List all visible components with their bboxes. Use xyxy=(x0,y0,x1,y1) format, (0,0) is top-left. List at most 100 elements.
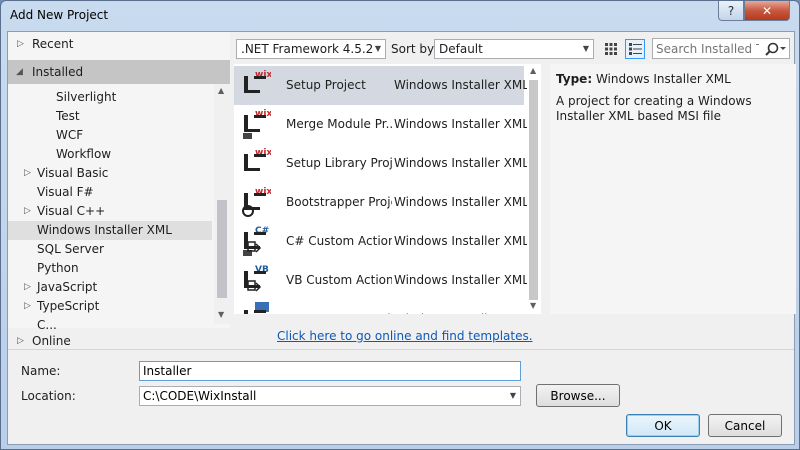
template-description: A project for creating a Windows Install… xyxy=(556,94,752,123)
name-input[interactable] xyxy=(140,362,520,380)
search-icon[interactable] xyxy=(765,42,787,56)
project-template-icon: VB xyxy=(241,263,271,295)
template-row[interactable]: VB VB Custom Action...Windows Installer X… xyxy=(234,261,529,300)
template-name: VB Custom Action... xyxy=(286,273,392,287)
tree-item[interactable]: Silverlight xyxy=(8,88,212,107)
template-name: C++ Custom Actio... xyxy=(286,312,392,314)
template-row[interactable]: wix Merge Module Pr... Windows Installer X… xyxy=(234,105,529,144)
template-name: Bootstrapper Proje... xyxy=(286,195,392,209)
tree-item-label: SQL Server xyxy=(37,242,104,256)
grid-view-icon xyxy=(605,43,617,55)
add-new-project-dialog: Add New Project ? ✕ ▷ Recent ◢ Installed… xyxy=(0,0,800,450)
template-row[interactable]: wix Bootstrapper Proje...Windows Installe… xyxy=(234,183,529,222)
template-language: Windows Installer XML xyxy=(394,234,529,248)
template-row[interactable]: wix Setup Project Windows Installer XML xyxy=(234,66,529,105)
search-input[interactable] xyxy=(653,39,759,58)
tree-item-label: Test xyxy=(56,109,80,123)
template-language: Windows Installer XML xyxy=(394,156,529,170)
location-input[interactable] xyxy=(140,387,500,405)
browse-button[interactable]: Browse... xyxy=(536,384,620,407)
chevron-down-icon[interactable]: ▼ xyxy=(510,391,516,400)
project-template-icon xyxy=(241,302,271,314)
type-value: Windows Installer XML xyxy=(595,72,731,86)
template-row[interactable]: C++ Custom Actio...Windows Installer XML xyxy=(234,300,529,314)
tree-item-label: Python xyxy=(37,261,79,275)
tree-item-label: TypeScript xyxy=(37,299,100,313)
template-language: Windows Installer XML xyxy=(394,78,529,92)
project-template-icon: wix xyxy=(241,68,272,100)
expand-arrow-icon[interactable]: ▷ xyxy=(17,32,24,56)
tree-item-label: WCF xyxy=(56,128,84,142)
collapse-arrow-icon[interactable]: ◢ xyxy=(16,60,23,84)
tree-item[interactable]: ▷ Visual Basic xyxy=(8,164,212,183)
scroll-down-icon[interactable]: ▼ xyxy=(218,310,224,319)
tree-item[interactable]: SQL Server xyxy=(8,240,212,259)
tree-scroll-thumb[interactable] xyxy=(217,200,227,298)
help-button[interactable]: ? xyxy=(718,1,744,21)
search-box[interactable] xyxy=(652,38,790,59)
project-template-icon: wix xyxy=(241,185,272,217)
scroll-down-icon[interactable]: ▼ xyxy=(530,301,536,310)
tree-scrollbar[interactable]: ▲ ▼ xyxy=(214,84,230,324)
chevron-down-icon: ▼ xyxy=(374,44,381,53)
expand-arrow-icon[interactable]: ▷ xyxy=(24,297,31,316)
name-field[interactable] xyxy=(139,361,521,381)
tree-item-label: Windows Installer XML xyxy=(37,223,172,237)
ok-button[interactable]: OK xyxy=(626,414,700,437)
tree-item[interactable]: WCF xyxy=(8,126,212,145)
tree-node-label: Recent xyxy=(32,37,74,51)
tree-item-label: Visual Basic xyxy=(37,166,109,180)
expand-arrow-icon[interactable]: ▷ xyxy=(24,278,31,297)
expand-arrow-icon[interactable]: ▷ xyxy=(24,202,31,221)
project-template-icon: C# xyxy=(241,224,271,256)
tree-item[interactable]: Python xyxy=(8,259,212,278)
template-row[interactable]: C# C# Custom Action...Windows Installer X… xyxy=(234,222,529,261)
tree-item-label: JavaScript xyxy=(37,280,98,294)
template-list: wix Setup Project Windows Installer XML wix… xyxy=(234,64,541,314)
tree-item-label: Workflow xyxy=(56,147,112,161)
tree-item[interactable]: ▷ JavaScript xyxy=(8,278,212,297)
scroll-up-icon[interactable]: ▲ xyxy=(530,66,536,75)
type-line: Type: Windows Installer XML xyxy=(556,72,731,86)
tree-item-label: Visual C++ xyxy=(37,204,106,218)
medium-icons-view-button[interactable] xyxy=(625,39,645,59)
tree-node-label: Installed xyxy=(32,65,84,79)
sort-by-label: Sort by: xyxy=(391,42,438,56)
online-templates-link[interactable]: Click here to go online and find templat… xyxy=(277,329,533,343)
close-button[interactable]: ✕ xyxy=(744,1,790,21)
tree-item[interactable]: Workflow xyxy=(8,145,212,164)
template-language: Windows Installer XML xyxy=(394,273,529,287)
tree-item[interactable]: Visual F# xyxy=(8,183,212,202)
window-title: Add New Project xyxy=(10,8,109,22)
type-label: Type: xyxy=(556,72,593,86)
small-icons-view-button[interactable] xyxy=(601,39,621,59)
project-template-icon: wix xyxy=(241,107,272,139)
divider xyxy=(8,349,794,350)
template-name: C# Custom Action... xyxy=(286,234,392,248)
template-name: Setup Library Proj... xyxy=(286,156,392,170)
sort-dropdown[interactable]: Default ▼ xyxy=(434,39,594,59)
title-bar: Add New Project ? ✕ xyxy=(1,1,799,31)
template-name: Merge Module Pr... xyxy=(286,117,392,131)
tree-item[interactable]: ▷ TypeScript xyxy=(8,297,212,316)
list-view-icon xyxy=(628,43,642,55)
tree-item[interactable]: Windows Installer XML xyxy=(8,221,212,240)
location-field[interactable]: ▼ xyxy=(139,386,521,406)
tree-node-recent[interactable]: ▷ Recent xyxy=(8,32,230,56)
scroll-up-icon[interactable]: ▲ xyxy=(218,86,224,95)
framework-value: .NET Framework 4.5.2 xyxy=(241,42,374,56)
tree-node-installed[interactable]: ◢ Installed xyxy=(8,60,230,84)
template-name: Setup Project xyxy=(286,78,366,92)
tree-item-label: Silverlight xyxy=(56,90,117,104)
list-scrollbar[interactable]: ▲ ▼ xyxy=(527,64,541,314)
tree-item[interactable]: ▷ Visual C++ xyxy=(8,202,212,221)
chevron-down-icon: ▼ xyxy=(582,44,589,53)
tree-item[interactable]: Test xyxy=(8,107,212,126)
framework-dropdown[interactable]: .NET Framework 4.5.2 ▼ xyxy=(236,39,386,59)
location-label: Location: xyxy=(21,389,76,403)
template-row[interactable]: wix Setup Library Proj...Windows Installe… xyxy=(234,144,529,183)
dialog-client: ▷ Recent ◢ Installed Silverlight Test WCF W… xyxy=(7,31,796,445)
list-scroll-thumb[interactable] xyxy=(529,80,538,300)
cancel-button[interactable]: Cancel xyxy=(708,414,782,437)
expand-arrow-icon[interactable]: ▷ xyxy=(24,164,31,183)
